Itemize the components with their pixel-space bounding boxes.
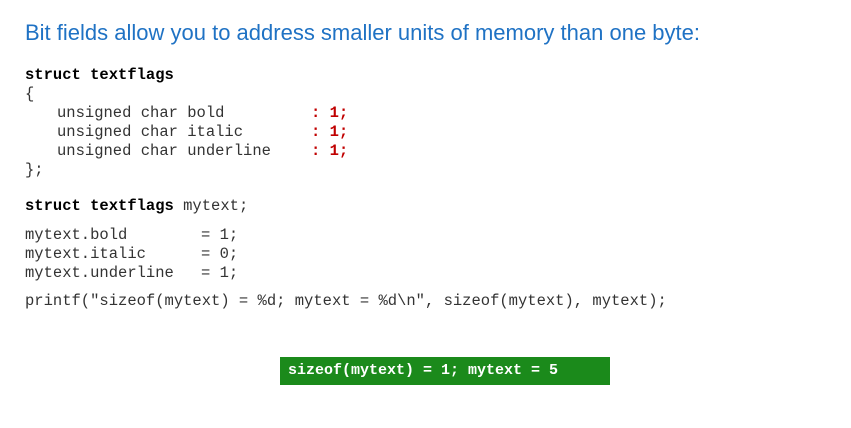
slide-title: Bit fields allow you to address smaller …	[25, 20, 700, 45]
assignment-rhs-bold: = 1;	[201, 226, 239, 244]
assignment-lhs-italic: mytext.italic	[25, 245, 146, 263]
field-width-underline: : 1;	[311, 142, 349, 160]
struct-definition: struct textflags { unsigned char bold : 1…	[25, 66, 348, 180]
assignments-block: mytext.bold = 1; mytext.italic = 0; mytext…	[25, 226, 238, 283]
instance-struct-keyword: struct textflags	[25, 197, 174, 215]
field-decl-underline: unsigned char underline	[57, 142, 271, 160]
field-width-bold: : 1;	[311, 104, 349, 122]
struct-keyword-line: struct textflags	[25, 66, 174, 84]
assignment-lhs-bold: mytext.bold	[25, 226, 128, 244]
field-decl-bold: unsigned char bold	[57, 104, 225, 122]
assignment-lhs-underline: mytext.underline	[25, 264, 174, 282]
open-brace: {	[25, 85, 35, 103]
assignment-rhs-underline: = 1;	[201, 264, 239, 282]
printf-statement: printf("sizeof(mytext) = %d; mytext = %d…	[25, 292, 667, 310]
instance-declaration: struct textflags mytext;	[25, 197, 248, 216]
field-decl-italic: unsigned char italic	[57, 123, 244, 141]
instance-name: mytext;	[173, 197, 249, 215]
program-output: sizeof(mytext) = 1; mytext = 5	[280, 357, 610, 385]
field-width-italic: : 1;	[311, 123, 349, 141]
close-brace: };	[25, 161, 44, 179]
assignment-rhs-italic: = 0;	[201, 245, 239, 263]
